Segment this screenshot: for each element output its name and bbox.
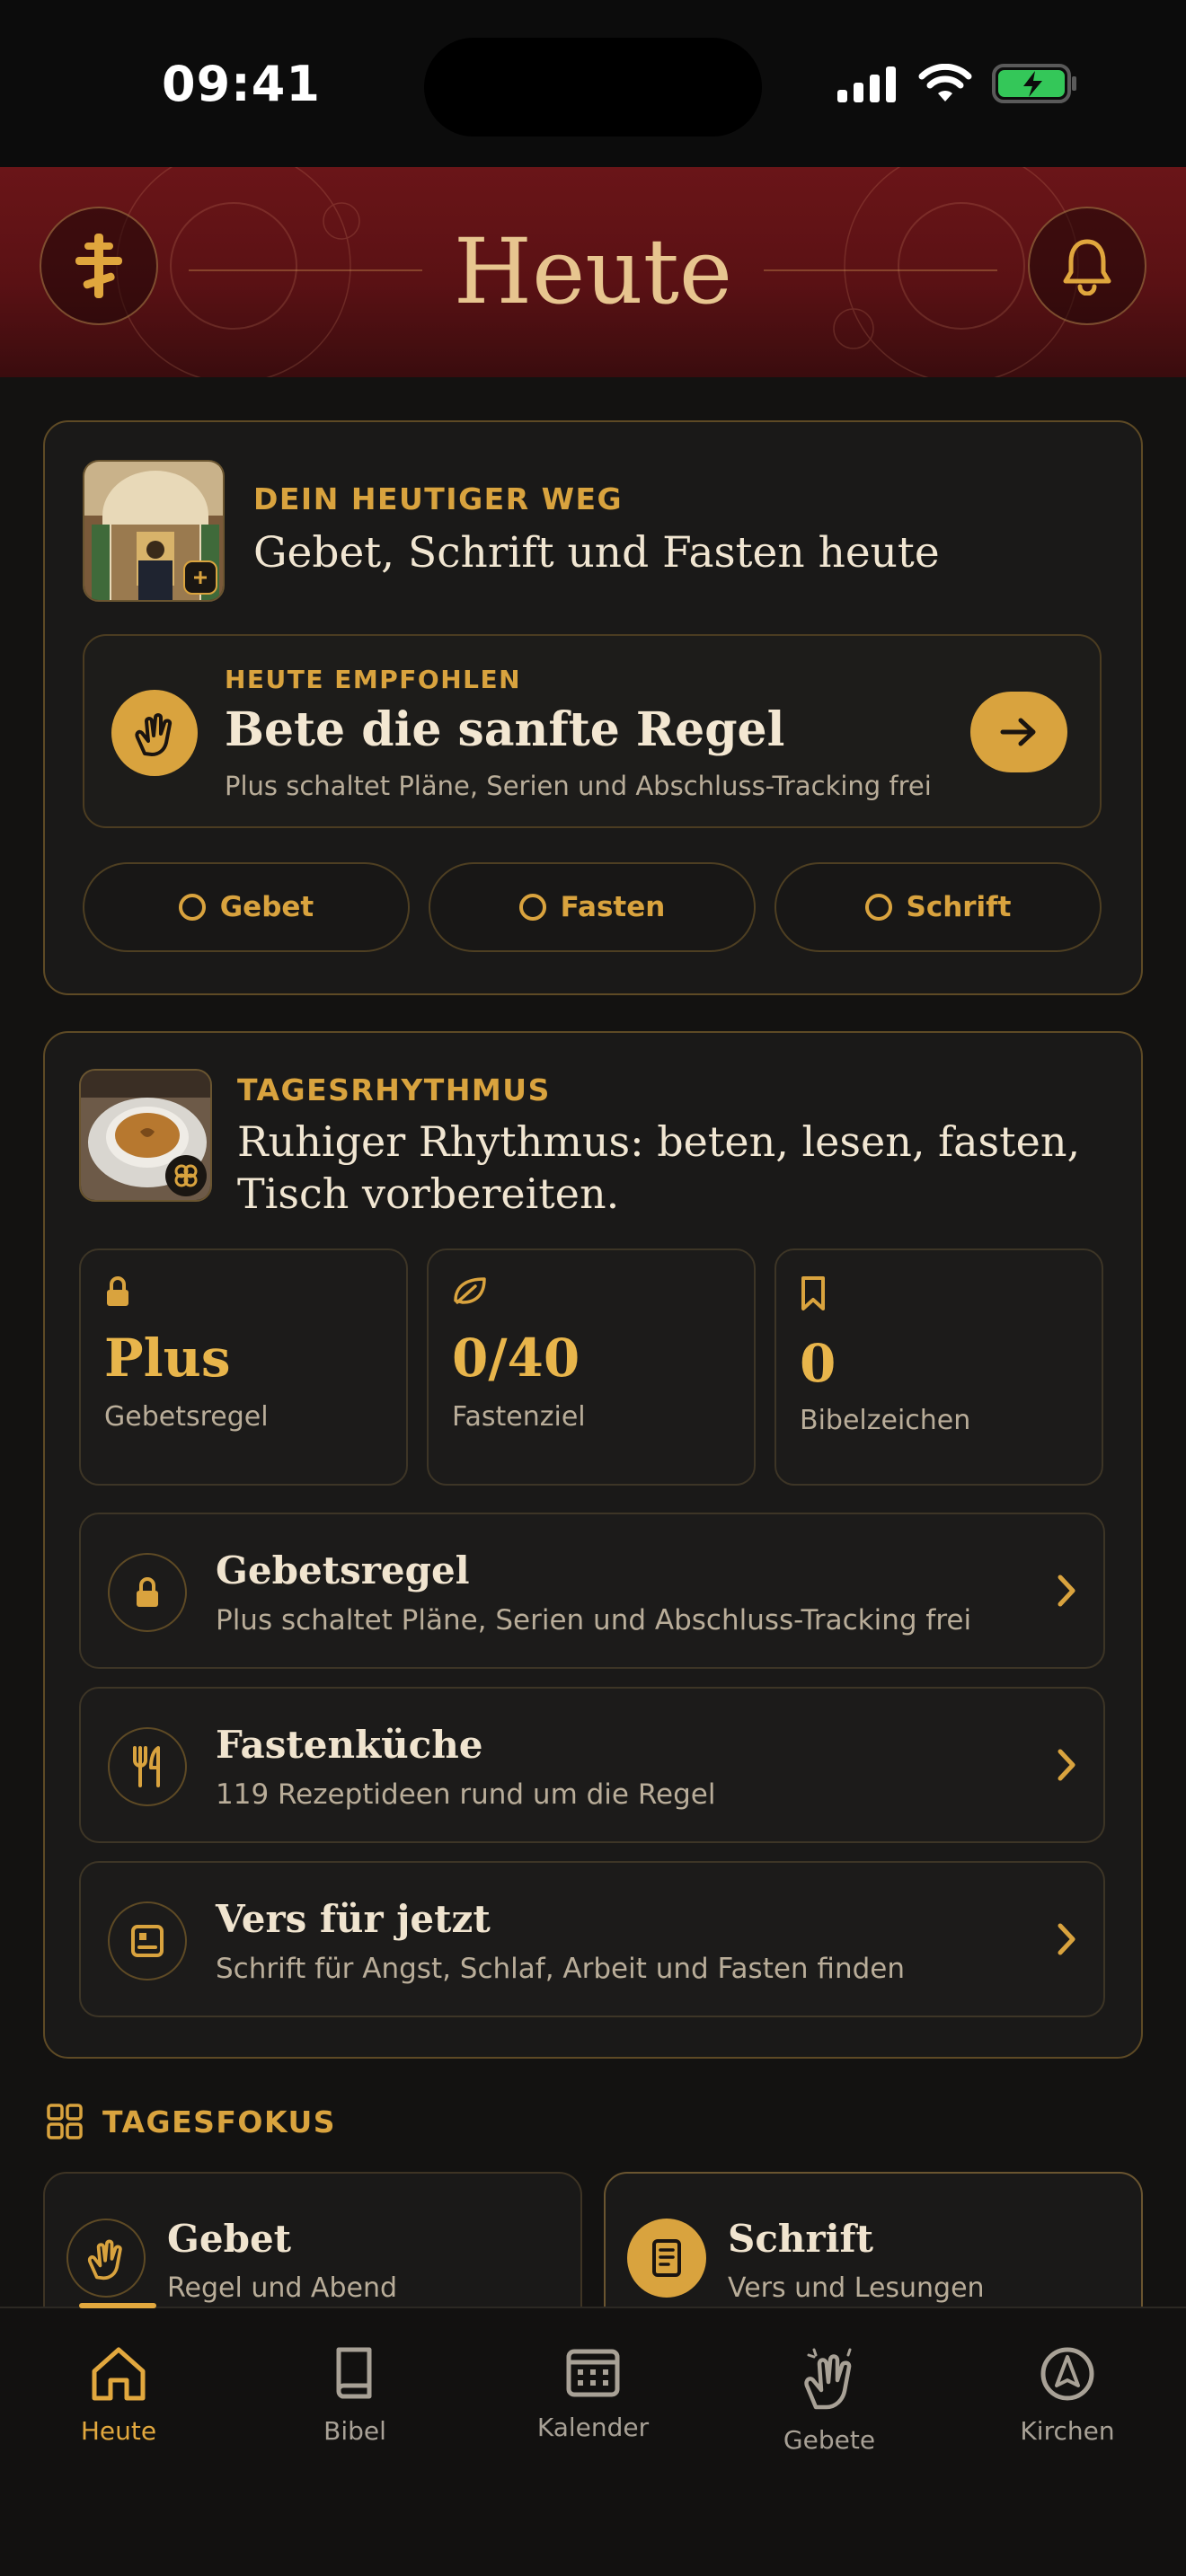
tab-label: Kirchen	[1020, 2416, 1115, 2446]
tab-bibel[interactable]: Bibel	[256, 2344, 454, 2446]
rhythm-title-line2: Tisch vorbereiten.	[237, 1169, 620, 1218]
dynamic-island	[424, 38, 762, 137]
row-fastenkueche[interactable]: Fastenküche 119 Rezeptideen rund um die …	[79, 1687, 1105, 1843]
church-interior-image	[83, 460, 225, 602]
tab-kalender[interactable]: Kalender	[494, 2344, 692, 2442]
focus-card-title: Gebet	[167, 2217, 292, 2261]
recommendation-title: Bete die sanfte Regel	[225, 702, 785, 757]
rhythm-eyebrow: TAGESRHYTHMUS	[237, 1072, 551, 1107]
fork-knife-icon	[108, 1727, 187, 1806]
circle-icon	[518, 894, 546, 921]
stat-fastenziel[interactable]: 0/40 Fastenziel	[427, 1248, 756, 1486]
focus-heading-label: TAGESFOKUS	[102, 2104, 337, 2139]
tab-kirchen[interactable]: Kirchen	[969, 2344, 1166, 2446]
grid-icon	[47, 2104, 83, 2139]
pill-label: Fasten	[560, 891, 666, 923]
lock-icon	[107, 1276, 128, 1306]
stat-value: 0	[800, 1333, 836, 1394]
stat-label: Fastenziel	[452, 1401, 586, 1433]
recommendation-eyebrow: HEUTE EMPFOHLEN	[225, 665, 522, 694]
status-time: 09:41	[162, 56, 321, 112]
today-eyebrow: DEIN HEUTIGER WEG	[253, 481, 624, 516]
praying-hands-icon	[66, 2219, 146, 2298]
compass-icon	[1040, 2347, 1094, 2401]
stat-value: 0/40	[452, 1328, 580, 1389]
active-tab-indicator	[79, 2303, 156, 2308]
focus-card-title: Schrift	[728, 2217, 873, 2261]
stat-value: Plus	[104, 1328, 231, 1389]
page-title: Heute	[453, 219, 733, 324]
circle-icon	[178, 894, 206, 921]
row-subtitle: Plus schaltet Pläne, Serien und Abschlus…	[216, 1604, 972, 1636]
pill-fasten[interactable]: Fasten	[429, 862, 756, 952]
leaf-icon	[454, 1277, 486, 1304]
pill-label: Schrift	[906, 891, 1012, 923]
lock-icon	[108, 1553, 187, 1632]
row-subtitle: 119 Rezeptideen rund um die Regel	[216, 1778, 716, 1811]
chevron-right-icon	[1058, 1749, 1075, 1781]
circle-icon	[864, 894, 892, 921]
today-title: Gebet, Schrift und Fasten heute	[253, 528, 940, 578]
add-badge-icon	[183, 560, 217, 595]
scripture-icon	[108, 1901, 187, 1981]
focus-card-subtitle: Vers und Lesungen	[728, 2272, 985, 2304]
stat-gebetsregel[interactable]: Plus Gebetsregel	[79, 1248, 408, 1486]
pill-schrift[interactable]: Schrift	[774, 862, 1102, 952]
stat-label: Gebetsregel	[104, 1401, 269, 1433]
row-title: Vers für jetzt	[216, 1897, 491, 1941]
row-title: Gebetsregel	[216, 1548, 470, 1592]
tab-bar: Heute Bibel Kalender Gebete Kirchen	[0, 2307, 1186, 2576]
calendar-icon	[566, 2349, 620, 2397]
tab-heute[interactable]: Heute	[20, 2344, 217, 2446]
rhythm-title-line1: Ruhiger Rhythmus: beten, lesen, fasten,	[237, 1117, 1081, 1166]
pill-gebet[interactable]: Gebet	[83, 862, 410, 952]
stat-bibelzeichen[interactable]: 0 Bibelzeichen	[774, 1248, 1103, 1486]
recommendation-card[interactable]: HEUTE EMPFOHLEN Bete die sanfte Regel Pl…	[83, 634, 1102, 828]
praying-hands-icon	[804, 2348, 852, 2410]
app-root: 09:41 Heute DEIN HEUTIGER WEG Gebet, Sch…	[0, 0, 1186, 2576]
app-header: Heute	[0, 167, 1186, 377]
bookmark-icon	[801, 1276, 825, 1310]
row-vers-fuer-jetzt[interactable]: Vers für jetzt Schrift für Angst, Schlaf…	[79, 1861, 1105, 2017]
signal-icon	[837, 66, 896, 102]
recommendation-go-button[interactable]	[970, 692, 1067, 772]
soup-bowl-image	[79, 1069, 212, 1202]
notifications-button[interactable]	[1028, 207, 1146, 325]
tab-label: Gebete	[783, 2425, 876, 2455]
pill-label: Gebet	[219, 891, 314, 923]
tab-label: Heute	[80, 2416, 157, 2446]
recommendation-subtitle: Plus schaltet Pläne, Serien und Abschlus…	[225, 771, 932, 801]
tab-label: Kalender	[536, 2413, 650, 2442]
chevron-right-icon	[1058, 1923, 1075, 1955]
tab-label: Bibel	[323, 2416, 386, 2446]
battery-icon	[992, 64, 1076, 103]
status-icons	[837, 63, 1078, 104]
focus-card-subtitle: Regel und Abend	[167, 2272, 398, 2304]
arrow-right-icon	[1000, 718, 1036, 746]
book-icon	[336, 2347, 372, 2399]
knot-badge-icon	[165, 1155, 207, 1196]
stat-label: Bibelzeichen	[800, 1405, 971, 1436]
tab-gebete[interactable]: Gebete	[730, 2344, 928, 2455]
status-bar: 09:41	[0, 0, 1186, 167]
book-icon	[627, 2219, 706, 2298]
chevron-right-icon	[1058, 1575, 1075, 1607]
row-subtitle: Schrift für Angst, Schlaf, Arbeit und Fa…	[216, 1953, 905, 1985]
row-title: Fastenküche	[216, 1723, 483, 1767]
bell-icon	[1063, 239, 1111, 296]
wifi-icon	[918, 64, 972, 101]
focus-heading: TAGESFOKUS	[47, 2104, 336, 2139]
praying-hands-icon	[111, 690, 198, 776]
home-icon	[92, 2347, 146, 2401]
row-gebetsregel[interactable]: Gebetsregel Plus schaltet Pläne, Serien …	[79, 1513, 1105, 1669]
